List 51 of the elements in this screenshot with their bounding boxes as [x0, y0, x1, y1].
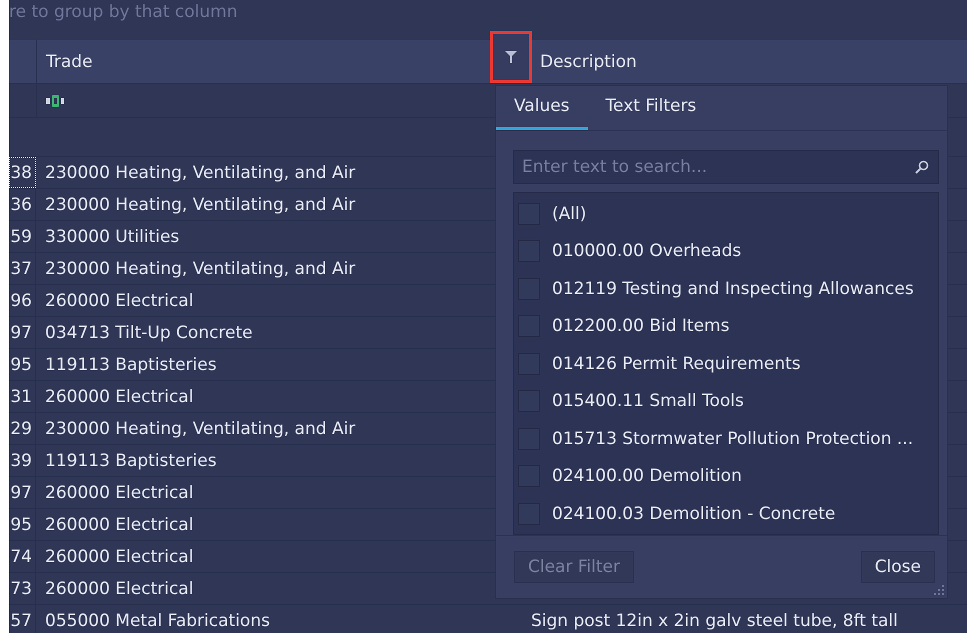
- table-cell-text: 260000 Electrical: [44, 578, 194, 600]
- row-id-cell: 31: [9, 381, 36, 412]
- column-header[interactable]: Trade: [37, 40, 491, 83]
- table-cell-text: 260000 Electrical: [44, 514, 194, 536]
- value-label[interactable]: 012200.00 Bid Items: [552, 316, 730, 336]
- value-label[interactable]: (All): [552, 204, 586, 224]
- row-id-cell: 95: [9, 509, 36, 540]
- search-icon: [915, 160, 929, 174]
- row-id-cell: 39: [9, 445, 36, 476]
- value-label[interactable]: 012119 Testing and Inspecting Allowances: [552, 278, 914, 299]
- table-cell-text: 230000 Heating, Ventilating, and Air: [44, 194, 356, 216]
- row-id-cell: 38: [9, 157, 36, 188]
- table-cell-text: Sign post 12in x 2in galv steel tube, 8ft tall: [530, 610, 898, 632]
- tab[interactable]: Text Filters: [588, 86, 714, 130]
- resize-grip-icon[interactable]: [933, 584, 945, 596]
- table-cell-text: 260000 Electrical: [44, 386, 194, 408]
- table-cell-text: 055000 Metal Fabrications: [44, 610, 271, 632]
- row-id-cell: 74: [9, 541, 36, 572]
- value-label[interactable]: 015713 Stormwater Pollution Protection ...: [552, 428, 914, 449]
- row-id-cell: 97: [9, 317, 36, 348]
- filter-button[interactable]: [491, 32, 531, 82]
- row-id-cell: 57: [9, 605, 36, 633]
- row-id-cell: 95: [9, 349, 36, 380]
- dialog-button[interactable]: Close: [860, 551, 935, 584]
- value-label[interactable]: 024100.03 Demolition - Concrete: [552, 504, 836, 524]
- table-cell-text: 119113 Baptisteries: [44, 450, 218, 472]
- table-cell-text: 119113 Baptisteries: [44, 354, 218, 376]
- column-header[interactable]: Description: [531, 40, 637, 83]
- table-cell-text: 260000 Electrical: [44, 482, 194, 504]
- table-cell-text: 260000 Electrical: [44, 290, 194, 312]
- row-id-cell: 37: [9, 253, 36, 284]
- table-cell-text: 230000 Heating, Ventilating, and Air: [44, 162, 356, 184]
- search-field[interactable]: Enter text to search...: [513, 150, 939, 184]
- row-id-cell: 96: [9, 285, 36, 316]
- group-panel-hint: re to group by that column: [9, 2, 238, 22]
- table-cell-text: 260000 Electrical: [44, 546, 194, 568]
- value-label[interactable]: 010000.00 Overheads: [552, 241, 742, 262]
- value-label[interactable]: 024100.00 Demolition: [552, 466, 742, 486]
- funnel-icon: [505, 51, 517, 63]
- value-label[interactable]: 014126 Permit Requirements: [552, 354, 801, 374]
- table-cell-text: 230000 Heating, Ventilating, and Air: [44, 258, 356, 280]
- row-id-cell: 29: [9, 413, 36, 444]
- table-cell-text: 330000 Utilities: [44, 226, 180, 248]
- table-cell-text: 034713 Tilt-Up Concrete: [44, 322, 254, 344]
- row-id-cell: 97: [9, 477, 36, 508]
- tab[interactable]: Values: [496, 86, 588, 130]
- row-id-cell: 36: [9, 189, 36, 220]
- value-label[interactable]: 015400.11 Small Tools: [552, 391, 744, 412]
- row-id-cell: 73: [9, 573, 36, 604]
- row-id-cell: 59: [9, 221, 36, 252]
- table-cell-text: 230000 Heating, Ventilating, and Air: [44, 418, 356, 440]
